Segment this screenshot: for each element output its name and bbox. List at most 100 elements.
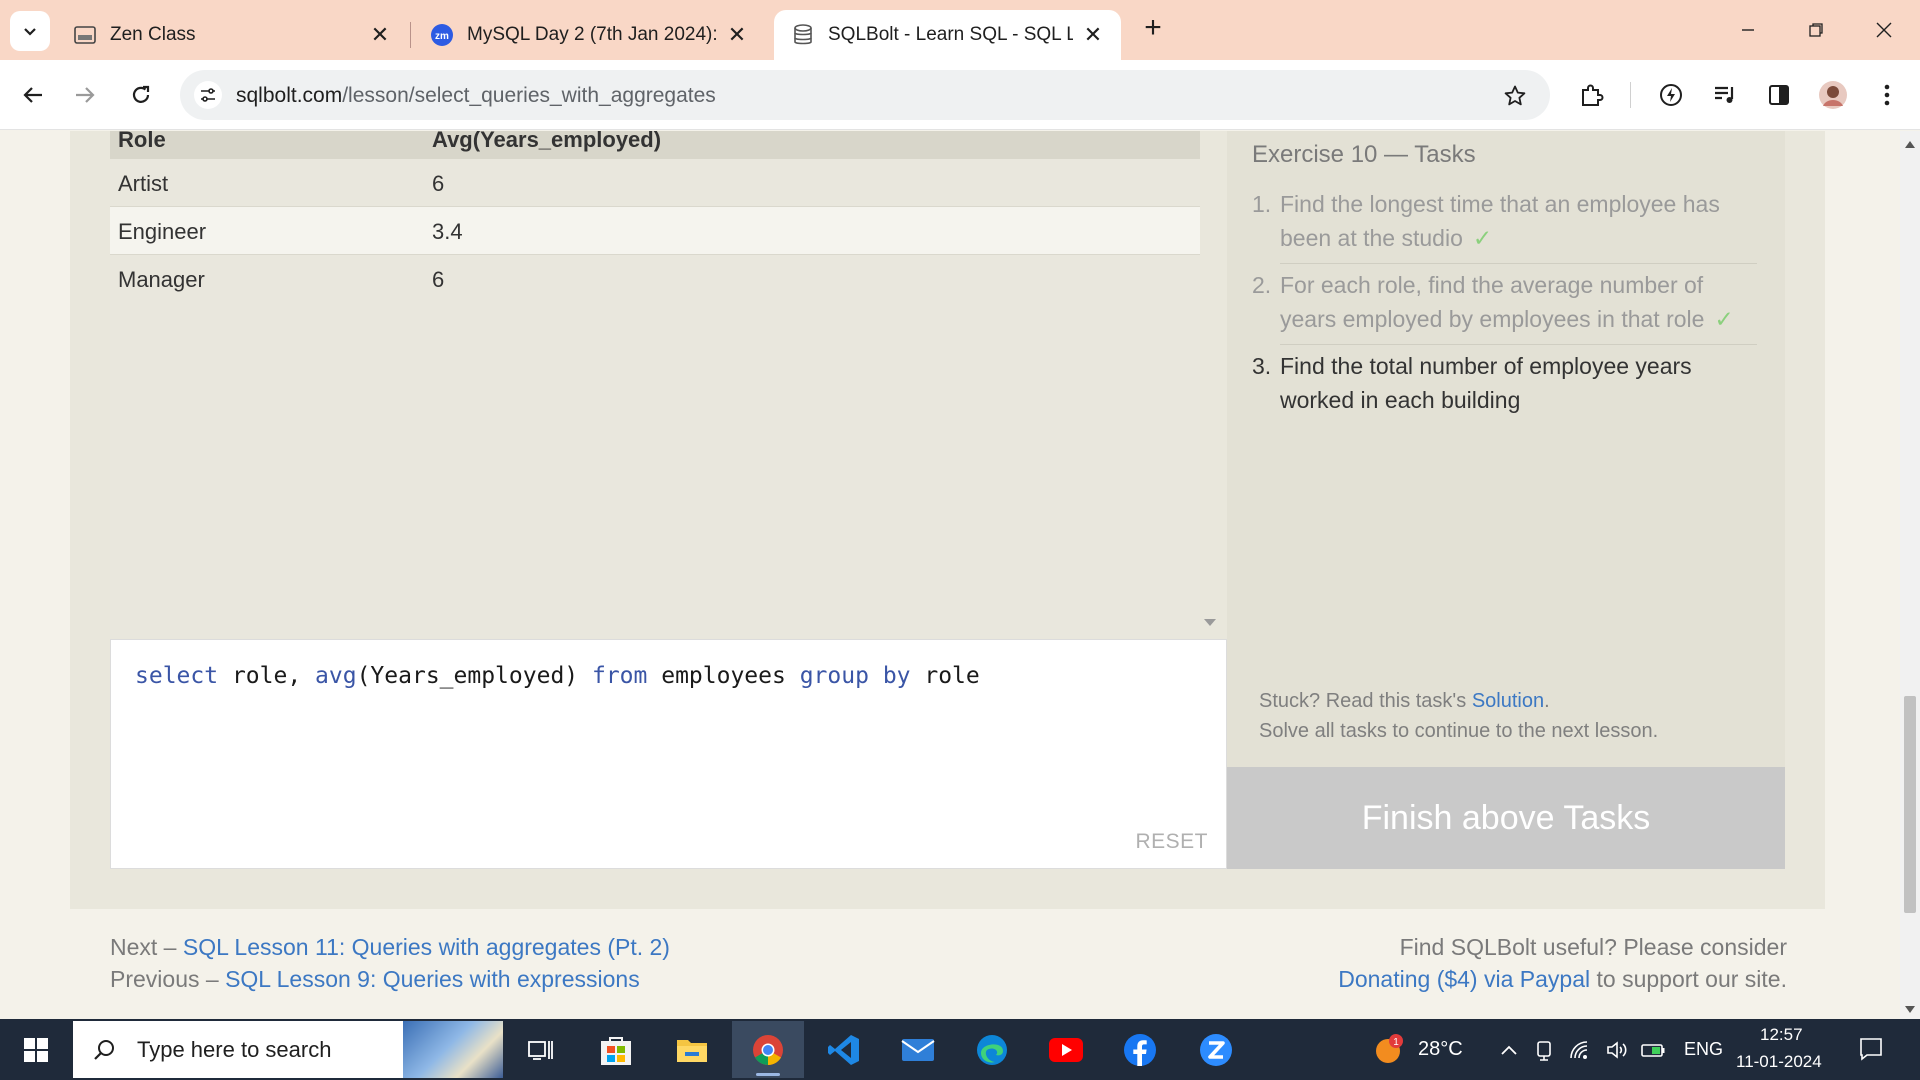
task-item-1: 1. Find the longest time that an employe…	[1252, 187, 1757, 255]
taskbar-vscode[interactable]	[808, 1021, 880, 1078]
sql-query-editor[interactable]: select role, avg(Years_employed) from em…	[110, 639, 1227, 869]
notifications-icon[interactable]	[1858, 1036, 1884, 1062]
start-button[interactable]	[14, 1033, 58, 1067]
task-text-line1: Find the total number of employee years	[1280, 353, 1692, 379]
solution-link[interactable]: Solution	[1472, 690, 1544, 712]
sql-function: avg	[315, 663, 357, 689]
results-scroll-down-icon[interactable]	[1204, 619, 1216, 626]
finish-tasks-button[interactable]: Finish above Tasks	[1227, 767, 1785, 869]
close-tab-icon[interactable]: ✕	[1083, 22, 1103, 47]
media-controls-icon[interactable]	[1708, 78, 1742, 112]
tab-sqlbolt[interactable]: SQLBolt - Learn SQL - SQL Lesso ✕	[774, 10, 1121, 60]
previous-prefix: Previous –	[110, 966, 226, 992]
tab-divider	[410, 22, 411, 48]
tab-mysql-day-2[interactable]: zm MySQL Day 2 (7th Jan 2024): 10 ✕	[413, 10, 765, 60]
tab-zen-class[interactable]: Zen Class ✕	[56, 10, 408, 60]
weather-icon[interactable]: 1	[1374, 1033, 1406, 1065]
side-panel-icon[interactable]	[1762, 78, 1796, 112]
taskbar-microsoft-store[interactable]	[580, 1021, 652, 1078]
taskbar-mail[interactable]	[882, 1021, 954, 1078]
vscode-icon	[828, 1034, 859, 1065]
reload-icon	[132, 85, 150, 103]
battery-icon[interactable]	[1640, 1037, 1666, 1063]
weather-temperature[interactable]: 28°C	[1418, 1038, 1463, 1061]
taskbar-file-explorer[interactable]	[656, 1021, 728, 1078]
meet-now-icon[interactable]	[1532, 1037, 1558, 1063]
task-text-line2: been at the studio ✓	[1280, 221, 1757, 255]
stuck-hint: Stuck? Read this task's Solution. Solve …	[1259, 686, 1658, 746]
database-icon	[792, 24, 814, 46]
browser-toolbar: sqlbolt.com/lesson/select_queries_with_a…	[0, 60, 1920, 130]
wifi-icon[interactable]	[1568, 1037, 1594, 1063]
task-number: 3.	[1252, 353, 1272, 379]
performance-icon[interactable]	[1654, 78, 1688, 112]
support-line1: Find SQLBolt useful? Please consider	[1399, 934, 1787, 960]
solve-all-text: Solve all tasks to continue to the next …	[1259, 720, 1659, 742]
query-results-table: Role Avg(Years_employed) Artist 6 Engine…	[110, 131, 1200, 638]
previous-lesson-link[interactable]: SQL Lesson 9: Queries with expressions	[225, 966, 640, 992]
scrollbar-thumb[interactable]	[1904, 696, 1916, 913]
tab-search-button[interactable]	[10, 11, 50, 51]
microsoft-store-icon	[601, 1036, 631, 1065]
close-tab-icon[interactable]: ✕	[370, 22, 390, 47]
edge-icon	[977, 1034, 1007, 1065]
next-lesson-link[interactable]: SQL Lesson 11: Queries with aggregates (…	[183, 934, 670, 960]
stuck-text: Stuck? Read this task's	[1259, 690, 1472, 712]
url-path: /lesson/select_queries_with_aggregates	[342, 84, 716, 107]
taskbar-zoom[interactable]	[1180, 1021, 1252, 1078]
taskbar-youtube[interactable]	[1030, 1021, 1102, 1078]
zen-class-icon	[74, 24, 96, 46]
minimize-button[interactable]	[1728, 12, 1768, 48]
scroll-up-icon[interactable]	[1905, 141, 1915, 148]
support-message: Find SQLBolt useful? Please consider Don…	[1338, 931, 1787, 995]
support-suffix: to support our site.	[1590, 966, 1787, 992]
search-icon	[91, 1037, 117, 1063]
show-hidden-icons[interactable]	[1496, 1037, 1522, 1063]
clock-date[interactable]: 11-01-2024	[1736, 1052, 1822, 1072]
profile-avatar-icon[interactable]	[1816, 78, 1850, 112]
next-prefix: Next –	[110, 934, 183, 960]
taskbar-facebook[interactable]	[1104, 1021, 1176, 1078]
tab-title: MySQL Day 2 (7th Jan 2024): 10	[467, 24, 717, 45]
toolbar-divider	[1630, 82, 1631, 108]
back-button[interactable]	[14, 76, 52, 114]
kebab-menu-icon[interactable]	[1870, 78, 1904, 112]
taskbar-chrome[interactable]	[732, 1021, 804, 1078]
cell-avg: 3.4	[432, 219, 463, 244]
taskbar-edge[interactable]	[956, 1021, 1028, 1078]
language-indicator[interactable]: ENG	[1684, 1039, 1723, 1060]
new-tab-button[interactable]: +	[1138, 13, 1168, 44]
donate-link[interactable]: Donating ($4) via Paypal	[1338, 966, 1590, 992]
scroll-down-icon[interactable]	[1905, 1006, 1915, 1013]
table-row: Manager 6	[110, 255, 1200, 303]
cell-avg: 6	[432, 267, 445, 292]
page-scrollbar[interactable]	[1900, 131, 1920, 1019]
reload-button[interactable]	[122, 76, 160, 114]
task-text: years employed by employees in that role	[1280, 306, 1705, 332]
youtube-icon	[1049, 1037, 1083, 1062]
extensions-icon[interactable]	[1574, 78, 1608, 112]
reset-button[interactable]: RESET	[1135, 830, 1208, 854]
site-info-icon[interactable]	[194, 81, 222, 109]
task-text: been at the studio	[1280, 225, 1463, 251]
page-viewport: Role Avg(Years_employed) Artist 6 Engine…	[0, 131, 1900, 1019]
tasks-panel: Exercise 10 — Tasks 1. Find the longest …	[1227, 131, 1785, 869]
bookmark-star-icon[interactable]	[1502, 83, 1528, 109]
task-view-button[interactable]	[504, 1021, 576, 1078]
close-tab-icon[interactable]: ✕	[727, 22, 747, 47]
forward-button[interactable]	[66, 76, 104, 114]
restore-button[interactable]	[1796, 12, 1836, 48]
sql-text: role	[910, 663, 980, 689]
volume-icon[interactable]	[1604, 1037, 1630, 1063]
sql-query-text[interactable]: select role, avg(Years_employed) from em…	[135, 663, 980, 689]
clock-time[interactable]: 12:57	[1760, 1025, 1803, 1045]
tab-title: SQLBolt - Learn SQL - SQL Lesso	[828, 24, 1073, 45]
close-window-button[interactable]	[1864, 12, 1904, 48]
tab-strip: Zen Class ✕ zm MySQL Day 2 (7th Jan 2024…	[0, 0, 1920, 60]
address-bar[interactable]: sqlbolt.com/lesson/select_queries_with_a…	[180, 70, 1550, 120]
cell-role: Manager	[118, 267, 205, 292]
task-text-line2: years employed by employees in that role…	[1280, 302, 1757, 336]
stuck-suffix: .	[1544, 690, 1550, 712]
taskbar-search-box[interactable]: Type here to search	[73, 1021, 503, 1078]
